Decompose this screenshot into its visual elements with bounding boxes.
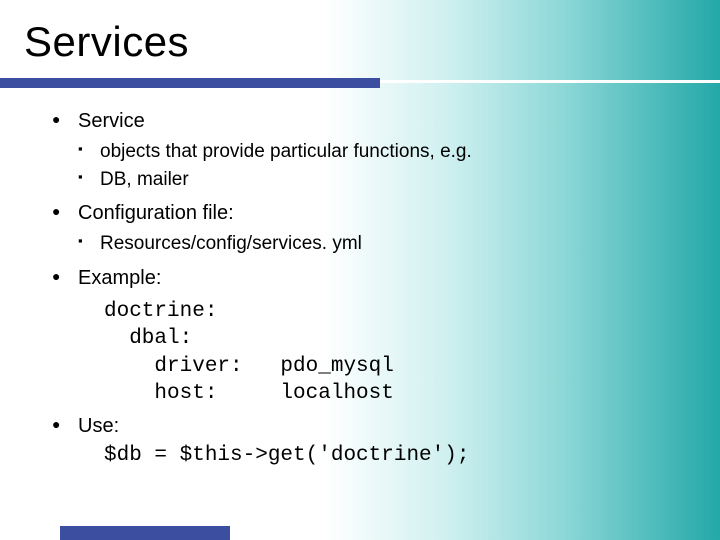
slide: Services Service objects that provide pa…	[0, 0, 720, 540]
sub-item: objects that provide particular function…	[78, 139, 680, 165]
rule-blue	[0, 78, 380, 88]
content: Service objects that provide particular …	[0, 88, 720, 470]
bullet-label: Service	[78, 110, 145, 132]
footer-bar	[60, 526, 230, 540]
bullet-list: Service objects that provide particular …	[52, 108, 680, 470]
sub-list: Resources/config/services. yml	[78, 231, 680, 257]
bullet-item: Use: $db = $this->get('doctrine');	[52, 413, 680, 470]
bullet-label: Use:	[78, 415, 119, 437]
slide-title: Services	[24, 18, 720, 66]
sub-item: Resources/config/services. yml	[78, 231, 680, 257]
code-inline: $db = $this->get('doctrine');	[104, 442, 680, 470]
bullet-item: Service objects that provide particular …	[52, 108, 680, 192]
sub-item: DB, mailer	[78, 167, 680, 193]
bullet-label: Configuration file:	[78, 202, 234, 224]
bullet-item: Example: doctrine: dbal: driver: pdo_mys…	[52, 265, 680, 407]
title-rule	[0, 78, 720, 88]
title-wrap: Services	[0, 0, 720, 66]
code-block: doctrine: dbal: driver: pdo_mysql host: …	[104, 298, 680, 407]
rule-white	[380, 80, 720, 83]
sub-list: objects that provide particular function…	[78, 139, 680, 192]
bullet-label: Example:	[78, 267, 161, 289]
bullet-item: Configuration file: Resources/config/ser…	[52, 200, 680, 257]
